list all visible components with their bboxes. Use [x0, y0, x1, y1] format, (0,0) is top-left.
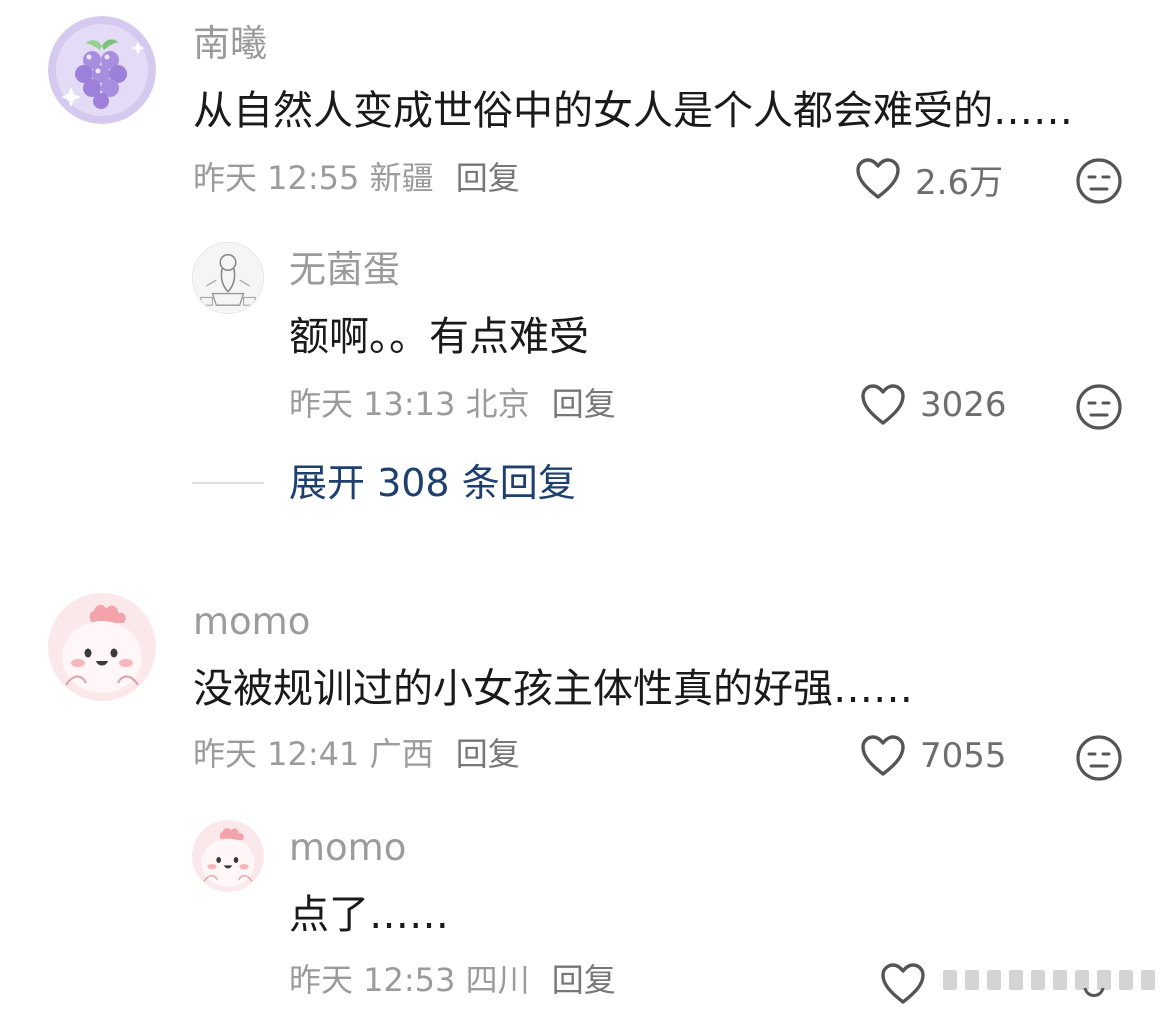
meh-face-icon: [1076, 384, 1122, 430]
like-button[interactable]: [880, 961, 940, 1007]
watermark: [935, 958, 1165, 1002]
like-button[interactable]: 2.6万: [855, 156, 1004, 203]
dislike-button[interactable]: [1075, 157, 1123, 205]
timestamp: 昨天 12:53: [289, 961, 456, 999]
pink-blob-icon: [48, 593, 156, 701]
location: 北京: [465, 385, 530, 423]
username[interactable]: 无菌蛋: [289, 248, 400, 292]
comment-text: 额啊。。有点难受: [289, 314, 589, 360]
comment-text: 点了……: [289, 892, 449, 938]
heart-icon: [861, 384, 905, 425]
comment-meta: 昨天 12:55 新疆 回复: [193, 158, 520, 198]
reply-button[interactable]: 回复: [552, 961, 616, 999]
like-count: 7055: [920, 736, 1007, 776]
comment-meta: 昨天 12:53 四川 回复: [289, 960, 616, 1000]
comment-meta: 昨天 12:41 广西 回复: [193, 734, 520, 774]
reply-button[interactable]: 回复: [456, 735, 520, 773]
avatar[interactable]: [48, 16, 156, 124]
like-button[interactable]: 7055: [860, 733, 1007, 779]
sketch-figure-icon: [193, 243, 263, 313]
username[interactable]: momo: [193, 600, 310, 644]
like-button[interactable]: 3026: [860, 382, 1007, 428]
timestamp: 昨天 12:55: [193, 159, 360, 197]
comment-meta: 昨天 13:13 北京 回复: [289, 384, 616, 424]
watermark-icon: [935, 958, 1165, 1002]
pink-blob-icon: [192, 820, 264, 892]
like-count: 2.6万: [915, 162, 1004, 203]
avatar[interactable]: [192, 820, 264, 892]
avatar[interactable]: [48, 593, 156, 701]
location: 广西: [369, 735, 434, 773]
expand-replies: 展开 308 条回复: [0, 458, 1170, 508]
timestamp: 昨天 13:13: [289, 385, 456, 423]
dislike-button[interactable]: [1075, 383, 1123, 431]
reply-button[interactable]: 回复: [456, 159, 520, 197]
heart-icon: [881, 963, 925, 1004]
username[interactable]: momo: [289, 826, 406, 870]
heart-icon: [856, 158, 900, 199]
timestamp: 昨天 12:41: [193, 735, 360, 773]
comment-text: 没被规训过的小女孩主体性真的好强……: [193, 666, 913, 712]
grape-icon: [48, 16, 156, 124]
location: 四川: [465, 961, 530, 999]
username[interactable]: 南曦: [193, 22, 267, 66]
dislike-button[interactable]: [1075, 734, 1123, 782]
reply-button[interactable]: 回复: [552, 385, 616, 423]
meh-face-icon: [1076, 158, 1122, 204]
meh-face-icon: [1076, 735, 1122, 781]
expand-replies-button[interactable]: 展开 308 条回复: [289, 458, 576, 508]
like-count: 3026: [920, 385, 1007, 425]
avatar[interactable]: [192, 242, 264, 314]
divider: [192, 482, 264, 484]
location: 新疆: [369, 159, 434, 197]
comment-text: 从自然人变成世俗中的女人是个人都会难受的……: [193, 88, 1073, 134]
heart-icon: [861, 735, 905, 776]
comment-list: 南曦 从自然人变成世俗中的女人是个人都会难受的…… 昨天 12:55 新疆 回复…: [0, 0, 1170, 1010]
